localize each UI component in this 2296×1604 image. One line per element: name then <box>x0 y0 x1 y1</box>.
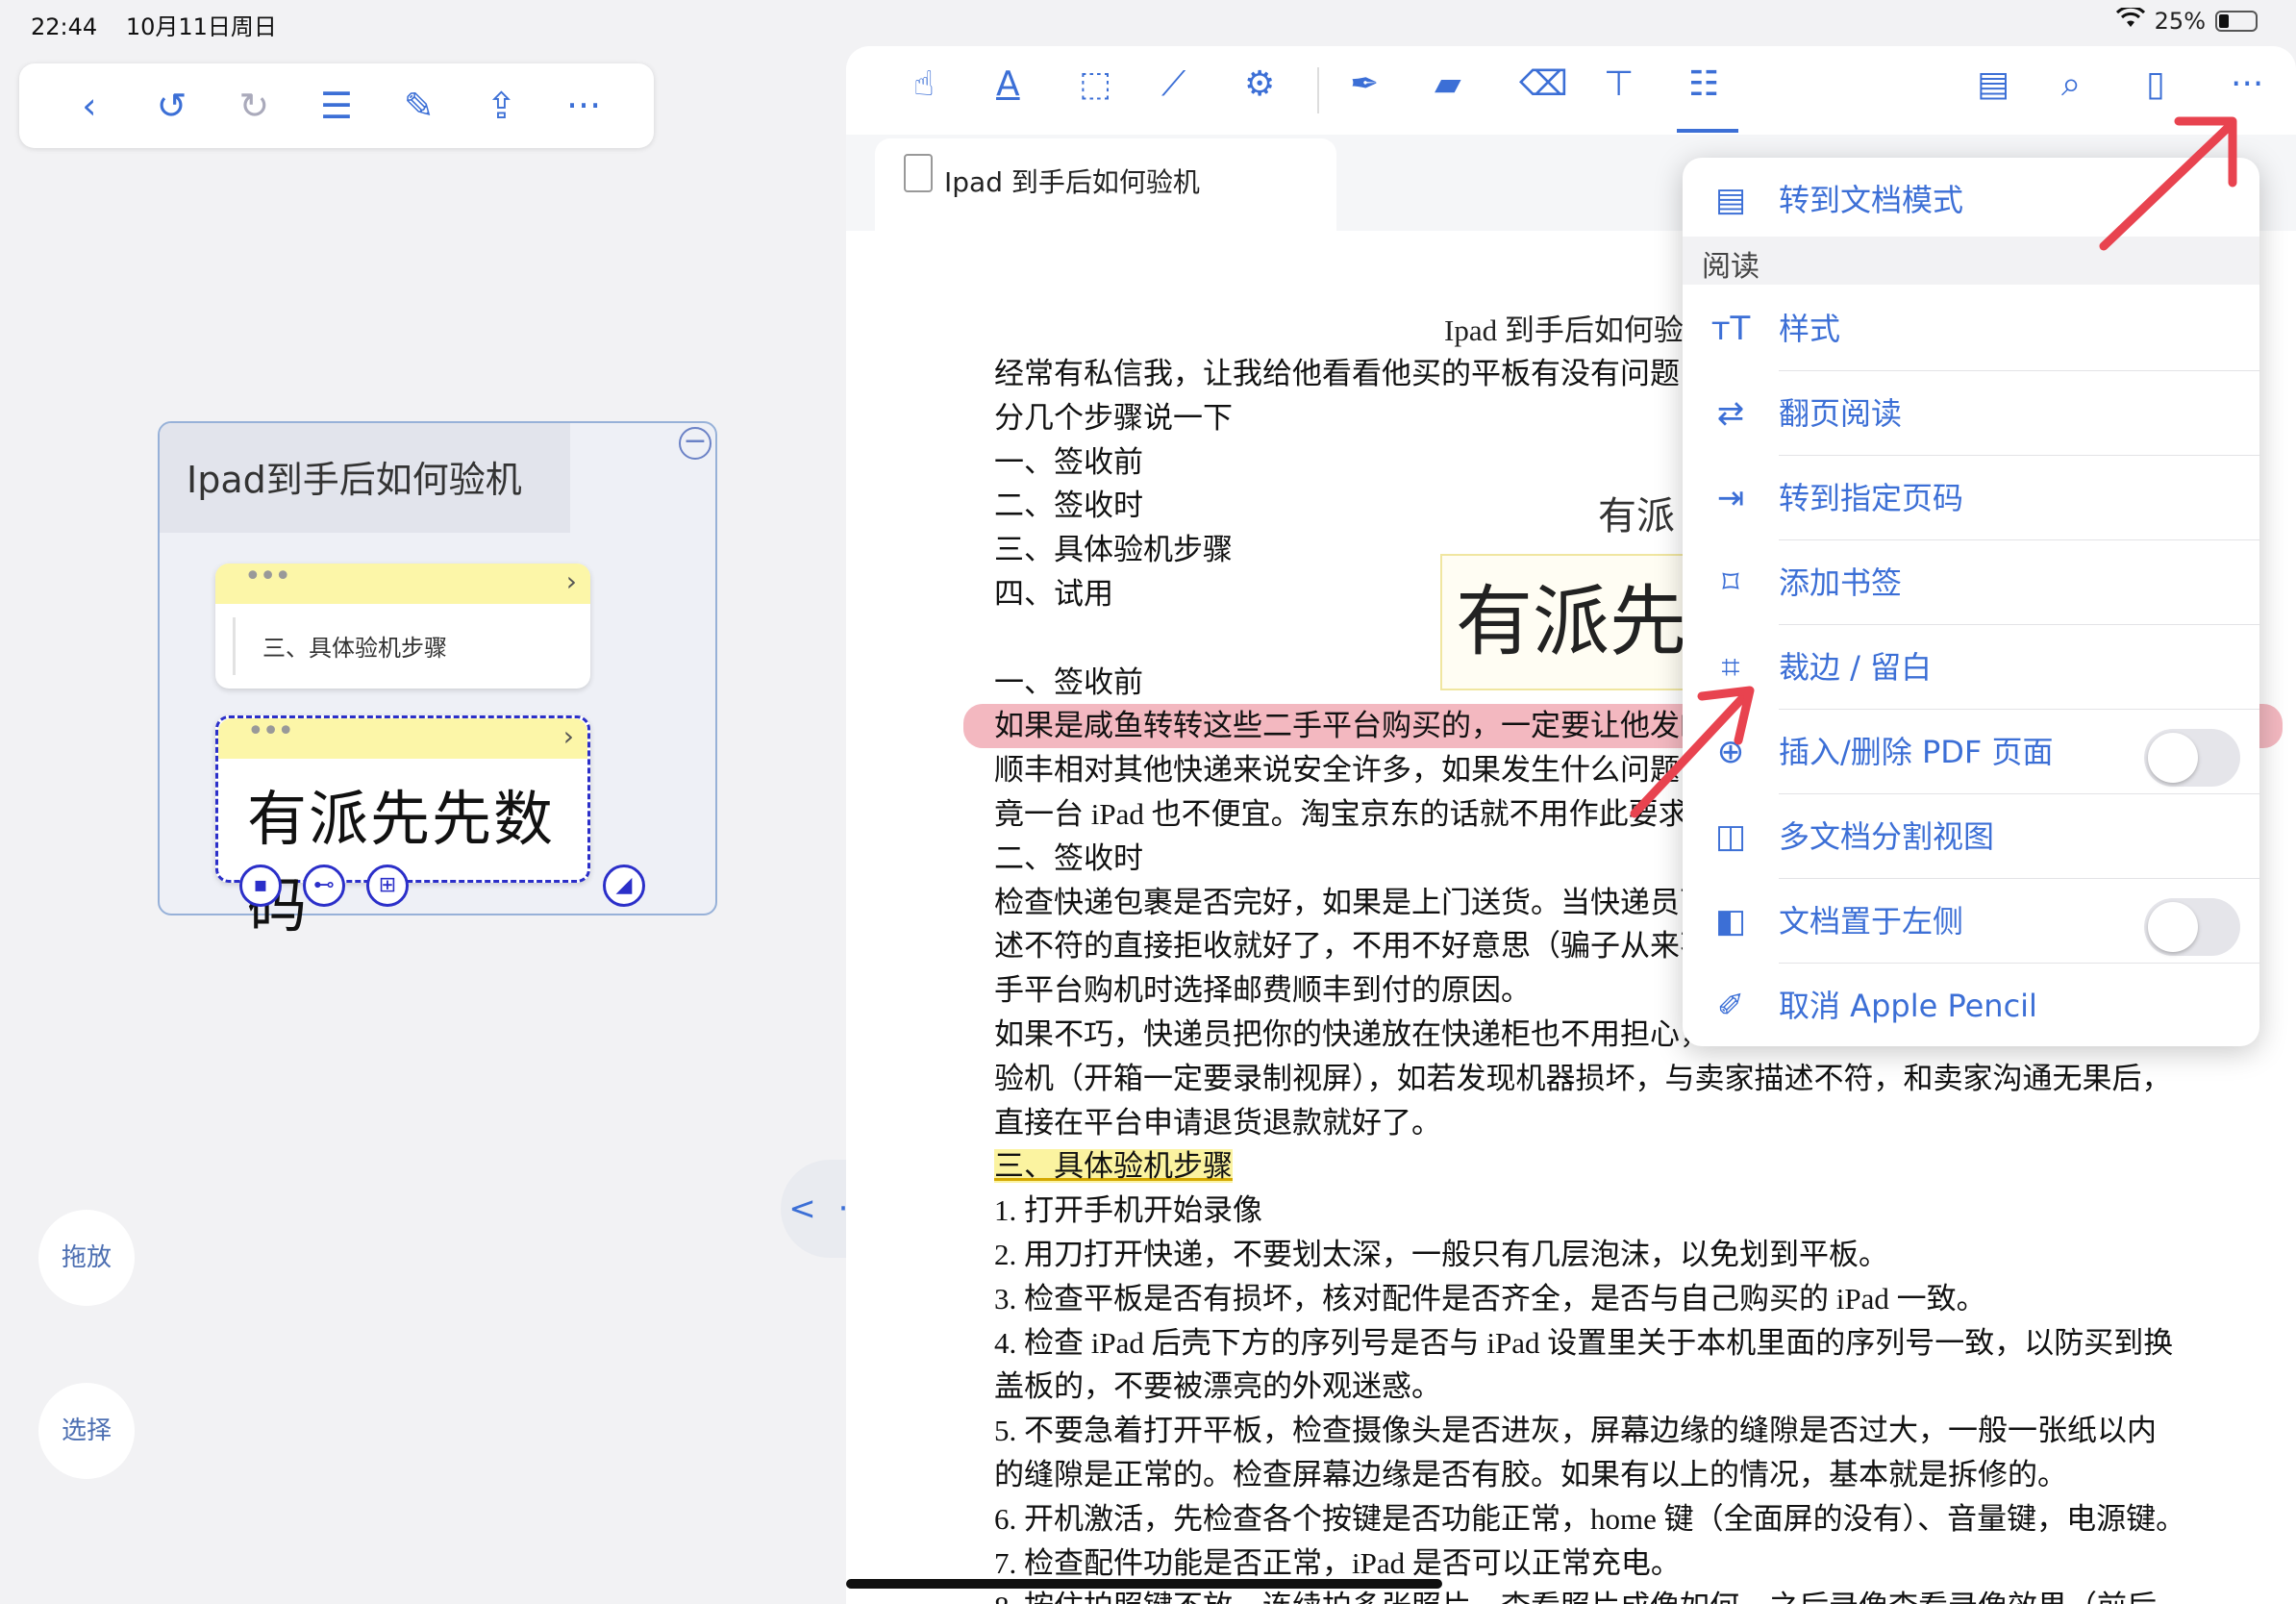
undo-icon[interactable]: ↺ <box>148 88 196 124</box>
menu-item-label: 添加书签 <box>1779 540 2259 625</box>
status-bar-left: 22:44 10月11日周日 <box>31 8 298 41</box>
card-handle-icon[interactable]: ••• <box>247 714 294 748</box>
left-toolbar: ‹ ↺ ↻ ☰ ✎ ⇪ ··· <box>19 63 654 148</box>
document-line: 1. 打开手机开始录像 <box>994 1193 1262 1228</box>
highlighter-icon[interactable]: ▰ <box>1435 67 1461 102</box>
document-line: 直接在平台申请退货退款就好了。 <box>994 1105 1441 1140</box>
mindmap-card-handwriting[interactable]: ••• › 有派先先数码 ▪ ⊷ ⊞ ◢ <box>215 714 645 940</box>
redo-icon[interactable]: ↻ <box>230 88 278 124</box>
menu-section-reading: 阅读 <box>1683 237 2259 285</box>
menu-item-1[interactable]: ⇄ 翻页阅读 <box>1683 371 2259 456</box>
active-tool-indicator <box>1677 129 1738 133</box>
hand-tool-icon[interactable]: ☝ <box>913 67 935 102</box>
textbox-icon[interactable]: ⊤ <box>1604 67 1634 102</box>
outline-icon[interactable]: ☷ <box>1688 67 1719 102</box>
battery-percent: 25% <box>2154 8 2206 35</box>
menu-item-label: 裁边 / 留白 <box>1779 625 2259 710</box>
pen-icon[interactable]: ✒ <box>1350 67 1379 102</box>
menu-item-2[interactable]: ⇥ 转到指定页码 <box>1683 456 2259 540</box>
mindmap-card-text[interactable]: ••• › 三、具体验机步骤 <box>215 560 590 689</box>
chevron-right-icon[interactable]: › <box>563 720 574 752</box>
document-line: 4. 检查 iPad 后壳下方的序列号是否与 iPad 设置里关于本机里面的序列… <box>994 1325 2174 1360</box>
document-line: 盖板的，不要被漂亮的外观迷惑。 <box>994 1369 1441 1404</box>
menu-item-5[interactable]: ⊕ 插入/删除 PDF 页面 <box>1683 710 2259 794</box>
document-line: 6. 开机激活，先检查各个按键是否功能正常，home 键（全面屏的没有）、音量键… <box>994 1501 2186 1536</box>
mindmap-panel[interactable]: Ipad到手后如何验机 − ••• › 三、具体验机步骤 ••• › 有派先先数码 … <box>158 421 717 940</box>
list-icon[interactable]: ☰ <box>312 88 361 124</box>
menu-item-label: 取消 Apple Pencil <box>1779 988 2037 1024</box>
menu-item-6[interactable]: ◫ 多文档分割视图 <box>1683 794 2259 879</box>
shape-tool-icon[interactable]: ⚙ <box>1244 67 1275 102</box>
document-mode-icon: ▤ <box>1714 181 1747 219</box>
lasso-icon[interactable]: ⟋ <box>1161 67 1185 102</box>
collapse-icon[interactable]: − <box>679 427 711 460</box>
document-line: 的缝隙是正常的。检查屏幕边缘是否有胶。如果有以上的情况，基本就是拆修的。 <box>994 1457 2067 1491</box>
battery-icon <box>2215 11 2258 32</box>
menu-item-label: 样式 <box>1779 287 2259 371</box>
status-bar-right: 25% <box>2115 5 2258 35</box>
highlighted-heading: 三、具体验机步骤 <box>994 1149 1233 1184</box>
link-icon[interactable]: ⊷ <box>303 865 345 907</box>
document-icon[interactable]: ▤ <box>1977 67 2009 102</box>
comment-icon[interactable]: ▪ <box>239 865 282 907</box>
document-tab-title: Ipad 到手后如何验机 <box>944 166 1200 198</box>
status-date: 10月11日周日 <box>125 13 277 40</box>
back-icon[interactable]: ‹ <box>65 88 113 124</box>
edit-icon[interactable]: ✎ <box>395 88 443 124</box>
dock-left-icon: ◧ <box>1714 902 1747 940</box>
select-rect-icon[interactable]: ⬚ <box>1079 67 1111 102</box>
pencil-off-icon: ✐ <box>1716 987 1745 1025</box>
document-heading: Ipad 到手后如何验 <box>1444 313 1684 347</box>
menu-item-document-mode[interactable]: ▤ 转到文档模式 <box>1683 158 2259 242</box>
more-icon[interactable]: ··· <box>560 88 608 124</box>
menu-item-3[interactable]: ⌑ 添加书签 <box>1683 540 2259 625</box>
document-tab[interactable]: Ipad 到手后如何验机 <box>875 138 1336 231</box>
bookmark-icon: ⌑ <box>1722 564 1739 602</box>
card-handle-icon[interactable]: ••• <box>244 560 291 593</box>
search-icon[interactable]: ⌕ <box>2061 67 2081 102</box>
document-line: 5. 不要急着打开平板，检查摄像头是否进灰，屏幕边缘的缝隙是否过大，一般一张纸以… <box>994 1414 2157 1448</box>
pdf-page-icon: ⊕ <box>1716 733 1745 771</box>
document-line: 验机（开箱一定要录制视屏），如若发现机器损坏，与卖家描述不符，和卖家沟通无果后， <box>994 1061 2172 1095</box>
document-toolbar: ☝ A ⬚ ⟋ ⚙ ✒ ▰ ⌫ ⊤ ☷ ▤ ⌕ ▯ ··· <box>846 46 2296 135</box>
scroll-indicator[interactable] <box>846 1579 1442 1589</box>
mindmap-title[interactable]: Ipad到手后如何验机 <box>160 423 570 533</box>
more-options-menu: ▤ 转到文档模式 阅读 ᴛT 样式 ⇄ 翻页阅读 ⇥ 转到指定页码 ⌑ 添加书签 ⌗ 裁边 / 留… <box>1683 158 2259 1046</box>
card-text: 三、具体验机步骤 <box>233 617 590 675</box>
menu-item-4[interactable]: ⌗ 裁边 / 留白 <box>1683 625 2259 710</box>
goto-page-icon: ⇥ <box>1716 479 1745 517</box>
menu-item-8[interactable]: ✐ 取消 Apple Pencil <box>1683 964 2259 1046</box>
text-highlight-icon[interactable]: A <box>996 67 1020 102</box>
document-line: 2. 用刀打开快递，不要划太深，一般只有几层泡沫，以免划到平板。 <box>994 1237 1888 1271</box>
group-icon[interactable]: ⊞ <box>366 865 409 907</box>
crop-icon: ⌗ <box>1721 648 1740 687</box>
bookmark-toolbar-icon[interactable]: ▯ <box>2146 67 2165 102</box>
more-menu-icon[interactable]: ··· <box>2231 67 2263 102</box>
menu-item-label: 多文档分割视图 <box>1779 794 2259 879</box>
share-icon[interactable]: ⇪ <box>477 88 525 124</box>
toolbar-divider <box>1317 67 1319 113</box>
drag-button[interactable]: 拖放 <box>38 1210 135 1306</box>
toggle-switch[interactable] <box>2144 729 2240 787</box>
menu-item-7[interactable]: ◧ 文档置于左侧 <box>1683 879 2259 964</box>
menu-item-label: 转到指定页码 <box>1779 456 2259 540</box>
eraser-icon[interactable]: ⌫ <box>1519 67 1568 102</box>
status-time: 22:44 <box>31 13 98 40</box>
menu-item-0[interactable]: ᴛT 样式 <box>1683 287 2259 371</box>
text-size-icon: ᴛT <box>1710 310 1751 348</box>
page-turn-icon: ⇄ <box>1716 394 1745 433</box>
document-line: 三、具体验机步骤 <box>994 1144 2283 1189</box>
pdf-file-icon <box>904 154 933 192</box>
resize-icon[interactable]: ◢ <box>603 865 645 907</box>
chevron-right-icon[interactable]: › <box>566 565 577 597</box>
toggle-switch[interactable] <box>2144 898 2240 956</box>
document-line: 3. 检查平板是否有损坏，核对配件是否齐全，是否与自己购买的 iPad 一致。 <box>994 1281 1986 1316</box>
wifi-icon <box>2115 5 2145 35</box>
card-handwriting: 有派先先数码 <box>247 784 556 940</box>
menu-item-label: 翻页阅读 <box>1779 371 2259 456</box>
select-button[interactable]: 选择 <box>38 1383 135 1479</box>
split-view-icon: ◫ <box>1714 817 1747 856</box>
